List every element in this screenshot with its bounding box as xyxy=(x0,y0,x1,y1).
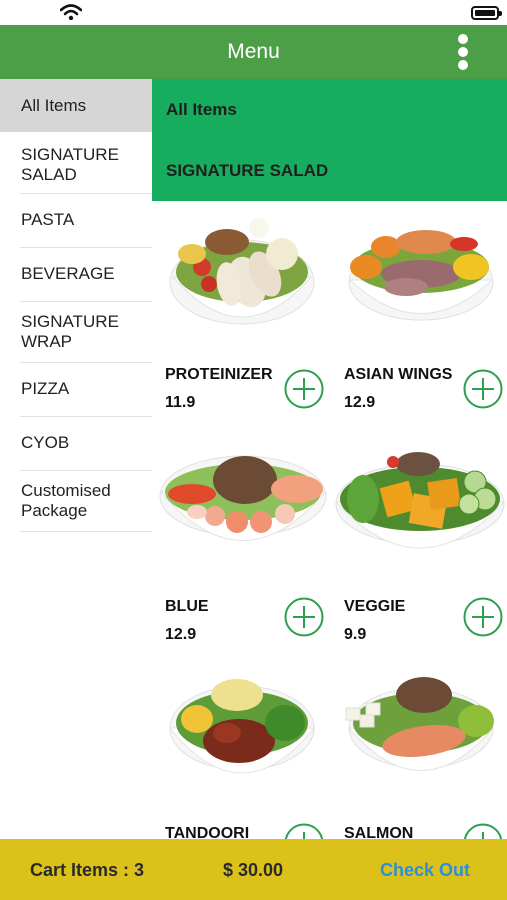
sidebar-item-label: BEVERAGE xyxy=(21,264,115,283)
sidebar-item-all-items[interactable]: All Items xyxy=(0,79,152,132)
status-bar xyxy=(0,0,507,25)
app-bar: Menu xyxy=(0,25,507,79)
section-heading: All Items xyxy=(166,100,237,119)
divider xyxy=(20,362,152,363)
add-to-cart-button[interactable] xyxy=(463,369,503,409)
category-header: All Items SIGNATURE SALAD xyxy=(152,79,507,201)
sidebar-item-label: SIGNATURE WRAP xyxy=(21,312,119,351)
product-name: BLUE xyxy=(165,598,209,615)
category-sidebar: All Items SIGNATURE SALAD PASTA BEVERAGE… xyxy=(0,79,152,839)
salad-bowl-image xyxy=(348,230,494,321)
sidebar-item-label: Customised Package xyxy=(21,481,111,520)
add-to-cart-button[interactable] xyxy=(463,823,503,839)
wifi-icon xyxy=(60,4,82,20)
divider xyxy=(20,470,152,471)
product-name: TANDOORI xyxy=(165,825,250,839)
cart-items-count[interactable]: Cart Items : 3 xyxy=(30,860,144,881)
checkout-button[interactable]: Check Out xyxy=(380,860,470,881)
sidebar-item-beverage[interactable]: BEVERAGE xyxy=(0,249,152,299)
product-card[interactable]: BLUE 12.9 xyxy=(157,444,335,654)
salad-bowl-image xyxy=(159,455,327,541)
salad-bowl-image xyxy=(345,677,495,771)
section-subheading: SIGNATURE SALAD xyxy=(166,161,329,180)
cart-bar: Cart Items : 3 $ 30.00 Check Out xyxy=(0,839,507,900)
add-to-cart-button[interactable] xyxy=(463,597,503,637)
sidebar-item-label: SIGNATURE SALAD xyxy=(21,145,119,184)
product-card[interactable]: SALMON xyxy=(336,673,507,839)
product-price: 12.9 xyxy=(165,626,197,643)
salad-bowl-image xyxy=(168,679,316,774)
product-name: PROTEINIZER xyxy=(165,366,273,383)
divider xyxy=(20,531,152,532)
divider xyxy=(20,247,152,248)
sidebar-item-label: CYOB xyxy=(21,433,70,452)
product-price: 12.9 xyxy=(344,394,376,411)
sidebar-item-label: PASTA xyxy=(21,210,75,229)
sidebar-item-pizza[interactable]: PIZZA xyxy=(0,364,152,414)
product-card[interactable]: TANDOORI xyxy=(157,673,335,839)
page-title: Menu xyxy=(227,40,280,63)
sidebar-item-signature-wrap[interactable]: SIGNATURE WRAP xyxy=(0,306,152,358)
product-price: 9.9 xyxy=(344,626,367,643)
divider xyxy=(20,416,152,417)
add-to-cart-button[interactable] xyxy=(284,597,324,637)
product-name: ASIAN WINGS xyxy=(344,366,453,383)
add-to-cart-button[interactable] xyxy=(284,823,324,839)
sidebar-item-label: PIZZA xyxy=(21,379,70,398)
salad-bowl-image xyxy=(334,452,506,549)
more-vertical-icon[interactable] xyxy=(450,34,476,70)
divider xyxy=(20,301,152,302)
sidebar-item-pasta[interactable]: PASTA xyxy=(0,195,152,245)
sidebar-item-label: All Items xyxy=(21,95,87,115)
battery-icon xyxy=(471,6,502,20)
product-price: 11.9 xyxy=(165,394,196,411)
sidebar-item-signature-salad[interactable]: SIGNATURE SALAD xyxy=(0,139,152,191)
product-card[interactable]: PROTEINIZER 11.9 xyxy=(157,212,335,422)
product-card[interactable]: VEGGIE 9.9 xyxy=(333,444,507,654)
product-card[interactable]: ASIAN WINGS 12.9 xyxy=(336,212,507,422)
divider xyxy=(20,193,152,194)
sidebar-item-customised-package[interactable]: Customised Package xyxy=(0,475,152,527)
sidebar-item-cyob[interactable]: CYOB xyxy=(0,418,152,468)
product-name: SALMON xyxy=(344,825,414,839)
add-to-cart-button[interactable] xyxy=(284,369,324,409)
cart-total: $ 30.00 xyxy=(223,860,284,880)
salad-bowl-image xyxy=(169,218,315,325)
product-name: VEGGIE xyxy=(344,598,406,615)
